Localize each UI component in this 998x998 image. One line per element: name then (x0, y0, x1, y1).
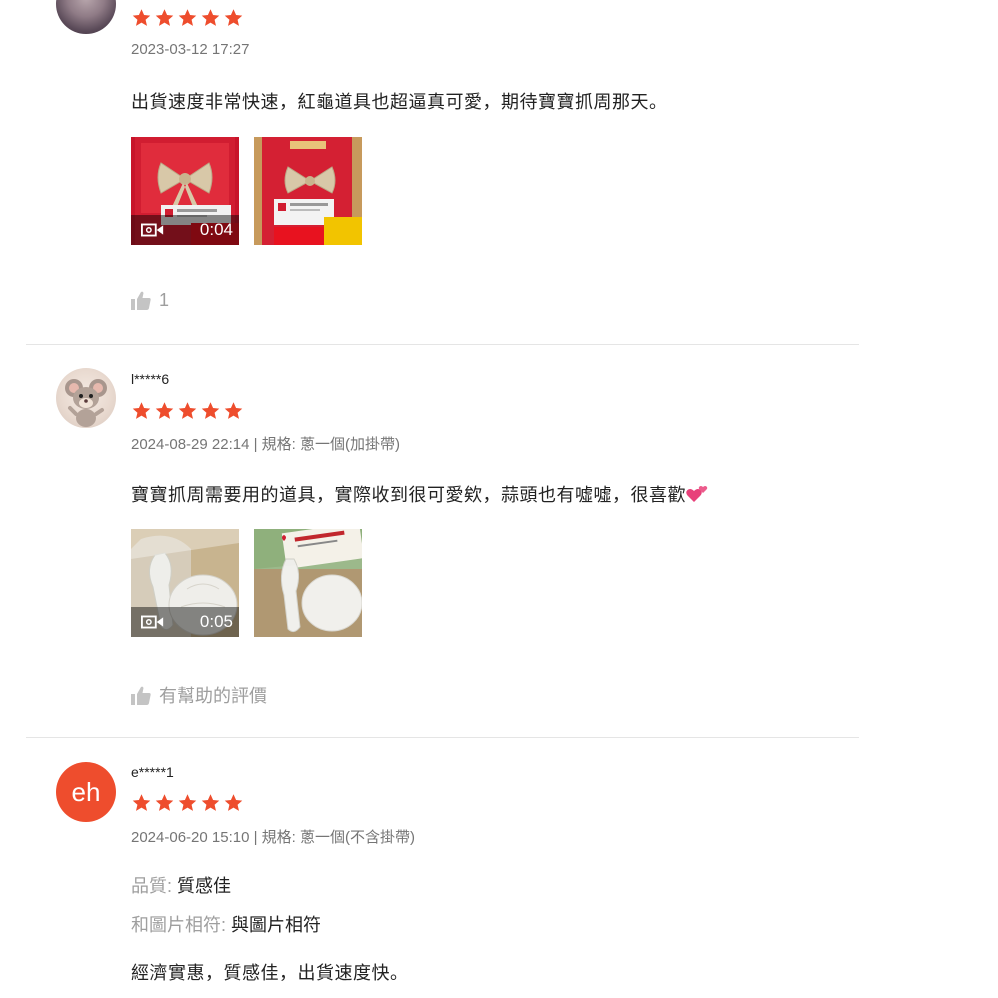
review-meta: 2024-06-20 15:10 | 規格: 蔥一個(不含掛帶) (131, 829, 415, 846)
video-duration: 0:04 (199, 220, 233, 239)
star-rating (131, 793, 244, 813)
star-icon (132, 402, 151, 419)
review-comment: 寶寶抓周需要用的道具，實際收到很可愛欸，蒜頭也有噓噓，很喜歡 (131, 481, 708, 507)
star-icon (155, 402, 174, 419)
review-media: 0:05 (131, 529, 362, 637)
attribute-label: 和圖片相符: (131, 915, 227, 935)
review-meta: 2024-08-29 22:14 | 規格: 蔥一個(加掛帶) (131, 436, 400, 453)
reviewer-username: e*****1 (131, 764, 174, 780)
review-comment: 經濟實惠，質感佳，出貨速度快。 (131, 963, 409, 983)
product-photo (254, 529, 362, 637)
avatar[interactable]: eh (56, 762, 116, 822)
like-count: 1 (159, 290, 170, 310)
review-image-thumbnail[interactable] (254, 529, 362, 637)
star-icon (155, 794, 174, 811)
avatar[interactable] (56, 0, 116, 34)
thumbs-up-icon (131, 686, 151, 705)
review-video-thumbnail[interactable]: 0:05 (131, 529, 239, 637)
attribute-value: 與圖片相符 (231, 915, 322, 935)
star-icon (224, 9, 243, 26)
review-meta: 2023-03-12 17:27 (131, 41, 250, 58)
video-camera-icon (141, 223, 164, 237)
star-icon (224, 402, 243, 419)
review-divider (26, 344, 859, 345)
star-icon (178, 9, 197, 26)
video-overlay: 0:04 (131, 215, 239, 245)
star-icon (224, 794, 243, 811)
star-icon (132, 794, 151, 811)
star-icon (132, 9, 151, 26)
avatar[interactable] (56, 368, 116, 428)
star-icon (201, 402, 220, 419)
star-rating (131, 401, 244, 421)
star-icon (178, 402, 197, 419)
star-icon (201, 9, 220, 26)
review-image-thumbnail[interactable] (254, 137, 362, 245)
review-attribute-quality: 品質: 質感佳 (131, 872, 231, 898)
like-button[interactable]: 1 (131, 290, 169, 311)
product-photo (254, 137, 362, 245)
attribute-value: 質感佳 (177, 876, 232, 896)
video-duration: 0:05 (199, 612, 233, 631)
video-camera-icon (141, 615, 164, 629)
helpful-button[interactable]: 有幫助的評價 (131, 682, 267, 708)
review-video-thumbnail[interactable]: 0:04 (131, 137, 239, 245)
review-media: 0:04 (131, 137, 362, 245)
review-divider (26, 737, 859, 738)
star-icon (155, 9, 174, 26)
star-icon (178, 794, 197, 811)
reviewer-username: l*****6 (131, 371, 170, 387)
star-icon (201, 794, 220, 811)
attribute-label: 品質: (131, 876, 173, 896)
review-comment-text: 寶寶抓周需要用的道具，實際收到很可愛欸，蒜頭也有噓噓，很喜歡 (131, 485, 686, 505)
star-rating (131, 8, 244, 28)
video-overlay: 0:05 (131, 607, 239, 637)
thumbs-up-icon (131, 291, 151, 310)
review-attribute-matches-image: 和圖片相符: 與圖片相符 (131, 911, 321, 937)
two-hearts-icon (686, 485, 708, 502)
mouse-cartoon-avatar (65, 379, 107, 427)
helpful-label: 有幫助的評價 (159, 686, 267, 706)
review-comment: 出貨速度非常快速，紅龜道具也超逼真可愛，期待寶寶抓周那天。 (131, 92, 668, 112)
